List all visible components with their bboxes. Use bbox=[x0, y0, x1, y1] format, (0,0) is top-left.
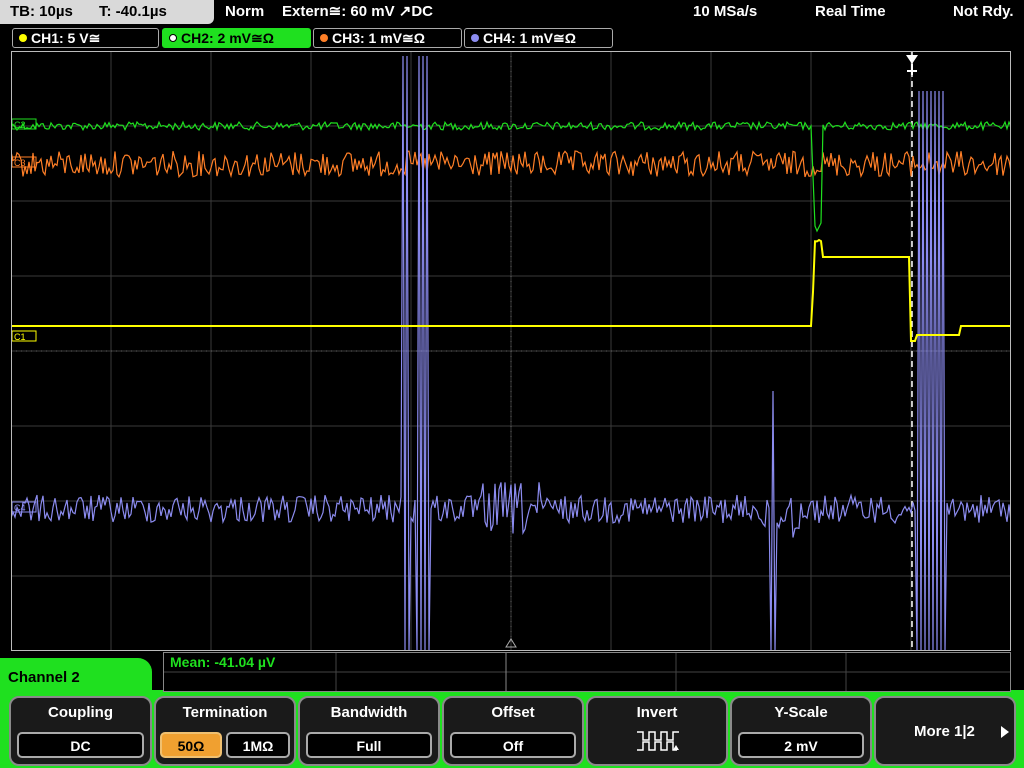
offset-value-button[interactable]: Off bbox=[450, 732, 576, 758]
acquisition-mode: Real Time bbox=[815, 3, 886, 20]
bandwidth-value-button[interactable]: Full bbox=[306, 732, 432, 758]
coupling-softkey[interactable]: Coupling DC bbox=[9, 696, 152, 766]
bandwidth-title: Bandwidth bbox=[330, 704, 408, 721]
next-page-icon bbox=[1001, 726, 1009, 738]
more-label: More 1|2 bbox=[914, 723, 975, 740]
ready-status: Not Rdy. bbox=[953, 3, 1014, 20]
ch2-label: CH2: 2 mV≅Ω bbox=[181, 30, 274, 46]
offset-title: Offset bbox=[491, 704, 535, 721]
yscale-title: Y-Scale bbox=[774, 704, 828, 721]
tab-channel-4[interactable]: CH4: 1 mV≅Ω bbox=[464, 28, 613, 48]
coupling-title: Coupling bbox=[48, 704, 113, 721]
tab-channel-3[interactable]: CH3: 1 mV≅Ω bbox=[313, 28, 462, 48]
ch4-color-dot bbox=[471, 34, 479, 42]
invert-title: Invert bbox=[636, 704, 678, 721]
more-softkey[interactable]: More 1|2 bbox=[874, 696, 1016, 766]
ch1-color-dot bbox=[19, 34, 27, 42]
measurement-panel[interactable] bbox=[163, 652, 1011, 692]
offset-softkey[interactable]: Offset Off bbox=[442, 696, 584, 766]
channel-menu-title: Channel 2 bbox=[0, 658, 152, 698]
invert-waveform-icon bbox=[637, 731, 679, 751]
ch2-color-dot bbox=[169, 34, 177, 42]
bandwidth-softkey[interactable]: Bandwidth Full bbox=[298, 696, 440, 766]
trigger-source[interactable]: Extern≅: 60 mV ↗DC bbox=[282, 0, 433, 24]
ch4-label: CH4: 1 mV≅Ω bbox=[483, 30, 576, 46]
termination-50ohm-button[interactable]: 50Ω bbox=[160, 732, 222, 758]
yscale-softkey[interactable]: Y-Scale 2 mV bbox=[730, 696, 872, 766]
yscale-value-button[interactable]: 2 mV bbox=[738, 732, 864, 758]
coupling-value-button[interactable]: DC bbox=[17, 732, 144, 758]
timebase-value: TB: 10µs bbox=[10, 3, 73, 20]
sample-rate: 10 MSa/s bbox=[693, 3, 758, 20]
tab-channel-1[interactable]: CH1: 5 V≅ bbox=[12, 28, 159, 48]
ch3-color-dot bbox=[320, 34, 328, 42]
termination-softkey[interactable]: Termination 50Ω 1MΩ bbox=[154, 696, 296, 766]
trigger-time-value: T: -40.1µs bbox=[99, 3, 167, 20]
termination-1mohm-button[interactable]: 1MΩ bbox=[226, 732, 290, 758]
trigger-mode[interactable]: Norm bbox=[225, 0, 264, 24]
graticule-border bbox=[11, 51, 1011, 651]
ch3-label: CH3: 1 mV≅Ω bbox=[332, 30, 425, 46]
termination-title: Termination bbox=[182, 704, 268, 721]
tab-channel-2[interactable]: CH2: 2 mV≅Ω bbox=[162, 28, 311, 48]
timebase-box[interactable]: TB: 10µs T: -40.1µs bbox=[0, 0, 214, 24]
measurement-mean: Mean: -41.04 µV bbox=[170, 654, 276, 670]
invert-softkey[interactable]: Invert bbox=[586, 696, 728, 766]
ch1-label: CH1: 5 V≅ bbox=[31, 30, 101, 46]
